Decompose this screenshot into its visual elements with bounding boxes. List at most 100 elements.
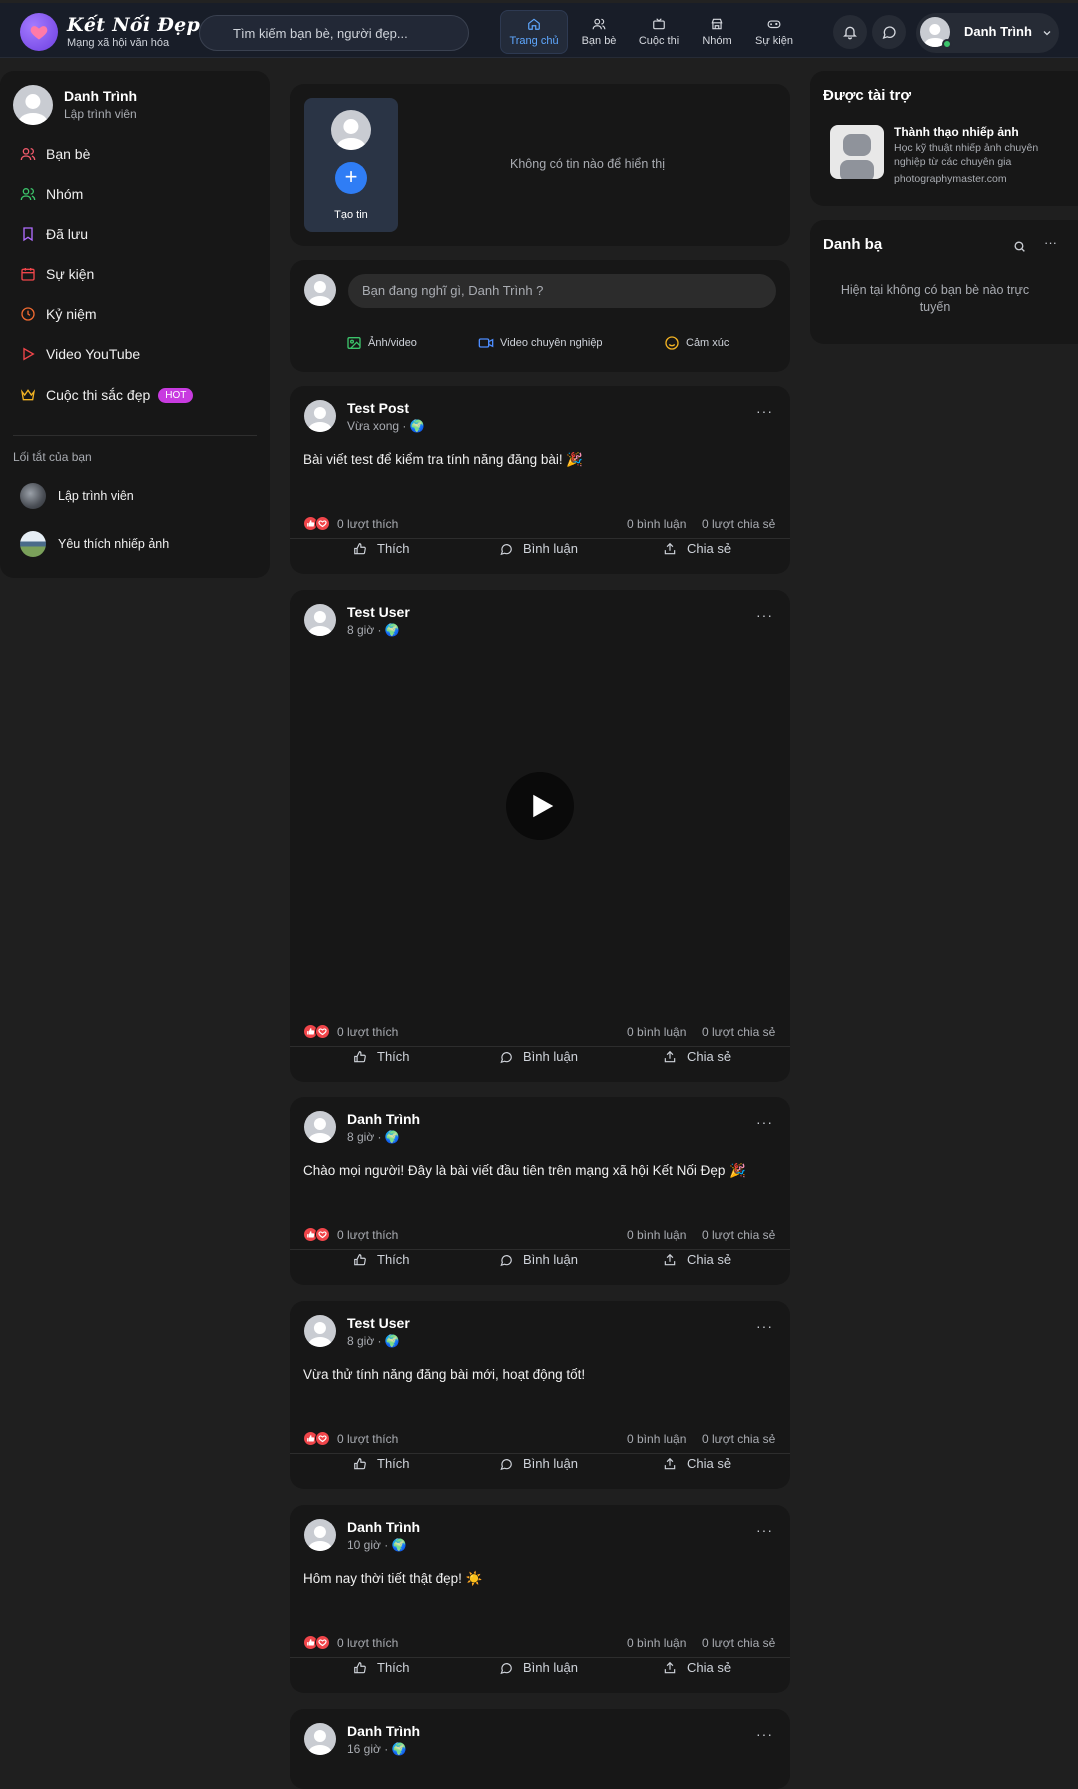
search-icon[interactable] [1013,240,1026,253]
nav-label: Cuộc thi [638,35,680,47]
comment-button[interactable]: Bình luận [499,1456,578,1471]
sidebar-item-saved[interactable]: Đã lưu [20,226,88,242]
like-icon [354,542,366,554]
brand[interactable]: Kết Nối Đẹp Mạng xã hội văn hóa [67,14,200,49]
post-author[interactable]: Test User [347,604,410,620]
share-count[interactable]: 0 lượt chia sẻ [702,1228,775,1242]
nav-group[interactable]: Nhóm [696,10,738,54]
more-options-icon[interactable]: ··· [756,1726,773,1742]
shortcut-item[interactable]: Lập trình viên [20,483,134,509]
share-button[interactable]: Chia sẻ [663,1252,731,1267]
sidebar-item-youtube[interactable]: Video YouTube [20,346,140,362]
comment-button[interactable]: Bình luận [499,1252,578,1267]
comment-button[interactable]: Bình luận [499,1049,578,1064]
more-options-icon[interactable]: ··· [756,607,773,623]
comment-icon [500,543,512,555]
composer-input[interactable]: Bạn đang nghĩ gì, Danh Trình ? [348,274,776,308]
share-icon [664,542,676,554]
share-count[interactable]: 0 lượt chia sẻ [702,1025,775,1039]
create-story-card[interactable]: + Tạo tin [304,98,398,232]
comment-count[interactable]: 0 bình luận [627,1228,686,1242]
share-button[interactable]: Chia sẻ [663,1049,731,1064]
divider [290,1046,790,1047]
more-options-icon[interactable]: ··· [1044,235,1057,250]
notifications-button[interactable] [833,15,867,49]
share-count[interactable]: 0 lượt chia sẻ [702,1636,775,1650]
more-options-icon[interactable]: ··· [756,1318,773,1334]
share-count[interactable]: 0 lượt chia sẻ [702,1432,775,1446]
like-count[interactable]: 0 lượt thích [337,1432,398,1446]
comment-label: Bình luận [523,1456,578,1471]
like-button[interactable]: Thích [353,541,410,556]
comment-button[interactable]: Bình luận [499,541,578,556]
post-author[interactable]: Test User [347,1315,410,1331]
image-icon [347,337,361,349]
avatar[interactable] [304,1315,336,1347]
post-author[interactable]: Danh Trình [347,1723,420,1739]
nav-contest[interactable]: Cuộc thi [634,10,684,54]
avatar[interactable] [304,604,336,636]
sidebar-item-memories[interactable]: Kỷ niệm [20,306,97,322]
comment-count[interactable]: 0 bình luận [627,1636,686,1650]
avatar [331,110,371,150]
sidebar-item-groups[interactable]: Nhóm [20,186,83,202]
ad-url[interactable]: photographymaster.com [894,173,1007,185]
avatar[interactable] [13,85,53,125]
comment-count[interactable]: 0 bình luận [627,1432,686,1446]
post-card: Danh Trình 8 giờ · 🌍 ··· Chào mọi người! Đâ… [290,1097,790,1285]
comment-button[interactable]: Bình luận [499,1660,578,1675]
more-options-icon[interactable]: ··· [756,1114,773,1130]
post-author[interactable]: Danh Trình [347,1111,420,1127]
like-button[interactable]: Thích [353,1252,410,1267]
avatar[interactable] [304,400,336,432]
user-menu[interactable]: Danh Trình [916,13,1059,53]
like-count[interactable]: 0 lượt thích [337,1636,398,1650]
nav-label: Bạn bè [581,35,617,47]
comment-count[interactable]: 0 bình luận [627,1025,686,1039]
shortcut-thumb [20,531,46,557]
share-icon [664,1457,676,1469]
more-options-icon[interactable]: ··· [756,403,773,419]
video-camera-icon [478,338,494,348]
profile-name[interactable]: Danh Trình [64,88,137,104]
share-button[interactable]: Chia sẻ [663,1456,731,1471]
sidebar-item-beauty-contest[interactable]: Cuộc thi sắc đẹp HOT [20,387,194,403]
share-count[interactable]: 0 lượt chia sẻ [702,517,775,531]
ad-title[interactable]: Thành thạo nhiếp ảnh [894,125,1019,139]
nav-friends[interactable]: Bạn bè [576,10,622,54]
avatar[interactable] [304,1111,336,1143]
like-count[interactable]: 0 lượt thích [337,1025,398,1039]
sidebar-item-friends[interactable]: Bạn bè [20,146,90,162]
like-button[interactable]: Thích [353,1049,410,1064]
search-input[interactable] [199,15,469,51]
shortcut-item[interactable]: Yêu thích nhiếp ảnh [20,531,169,557]
avatar[interactable] [304,1519,336,1551]
sidebar-item-events[interactable]: Sự kiện [20,266,94,282]
like-button[interactable]: Thích [353,1660,410,1675]
like-count[interactable]: 0 lượt thích [337,1228,398,1242]
more-options-icon[interactable]: ··· [756,1522,773,1538]
pro-video-button[interactable]: Video chuyên nghiệp [478,335,603,351]
video-player[interactable] [290,650,790,954]
feeling-button[interactable]: Cảm xúc [664,335,729,351]
share-button[interactable]: Chia sẻ [663,1660,731,1675]
photo-video-button[interactable]: Ảnh/video [346,335,417,351]
comment-count[interactable]: 0 bình luận [627,517,686,531]
post-author[interactable]: Test Post [347,400,409,416]
feeling-label: Cảm xúc [686,337,730,349]
logo-icon[interactable] [20,13,58,51]
play-icon [533,794,554,818]
avatar[interactable] [304,1723,336,1755]
like-count[interactable]: 0 lượt thích [337,517,398,531]
nav-home[interactable]: Trang chủ [500,10,568,54]
contacts-title: Danh bạ [823,236,883,253]
post-author[interactable]: Danh Trình [347,1519,420,1535]
nav-event[interactable]: Sự kiện [752,10,796,54]
play-button[interactable] [506,772,574,840]
messages-button[interactable] [872,15,906,49]
like-button[interactable]: Thích [353,1456,410,1471]
share-button[interactable]: Chia sẻ [663,541,731,556]
ad-image[interactable] [830,125,884,179]
stories-panel: + Tạo tin Không có tin nào để hiển thị [290,84,790,246]
like-label: Thích [377,541,410,556]
